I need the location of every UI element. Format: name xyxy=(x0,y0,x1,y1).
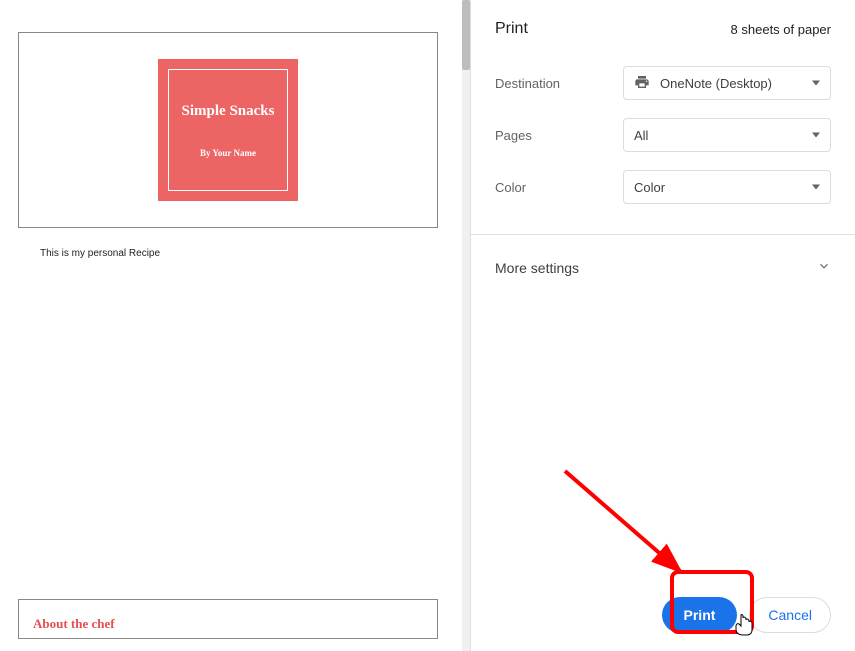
cancel-button[interactable]: Cancel xyxy=(749,597,831,633)
print-button[interactable]: Print xyxy=(662,597,738,633)
destination-select[interactable]: OneNote (Desktop) xyxy=(623,66,831,100)
preview-scrollbar-thumb[interactable] xyxy=(462,0,470,70)
book-author: By Your Name xyxy=(200,148,256,158)
pages-value: All xyxy=(634,128,648,143)
preview-scrollbar-track[interactable] xyxy=(462,0,470,651)
print-preview-pane: Simple Snacks By Your Name This is my pe… xyxy=(0,0,470,651)
preview-caption: This is my personal Recipe xyxy=(40,248,470,259)
destination-label: Destination xyxy=(495,76,623,91)
preview-page-1: Simple Snacks By Your Name xyxy=(18,32,438,228)
book-title: Simple Snacks xyxy=(182,103,275,120)
about-chef-heading: About the chef xyxy=(33,616,437,632)
more-settings-label: More settings xyxy=(495,260,579,276)
book-cover: Simple Snacks By Your Name xyxy=(158,59,298,201)
sheet-count: 8 sheets of paper xyxy=(731,22,831,37)
more-settings-toggle[interactable]: More settings xyxy=(495,255,831,280)
printer-icon xyxy=(634,74,650,93)
color-label: Color xyxy=(495,180,623,195)
chevron-down-icon xyxy=(817,259,831,276)
pages-label: Pages xyxy=(495,128,623,143)
pages-select[interactable]: All xyxy=(623,118,831,152)
preview-page-2: About the chef xyxy=(18,599,438,639)
color-select[interactable]: Color xyxy=(623,170,831,204)
divider xyxy=(471,234,855,235)
print-settings-pane: Print 8 sheets of paper Destination OneN… xyxy=(470,0,855,651)
color-value: Color xyxy=(634,180,665,195)
print-dialog-title: Print xyxy=(495,20,528,38)
destination-value: OneNote (Desktop) xyxy=(660,76,772,91)
